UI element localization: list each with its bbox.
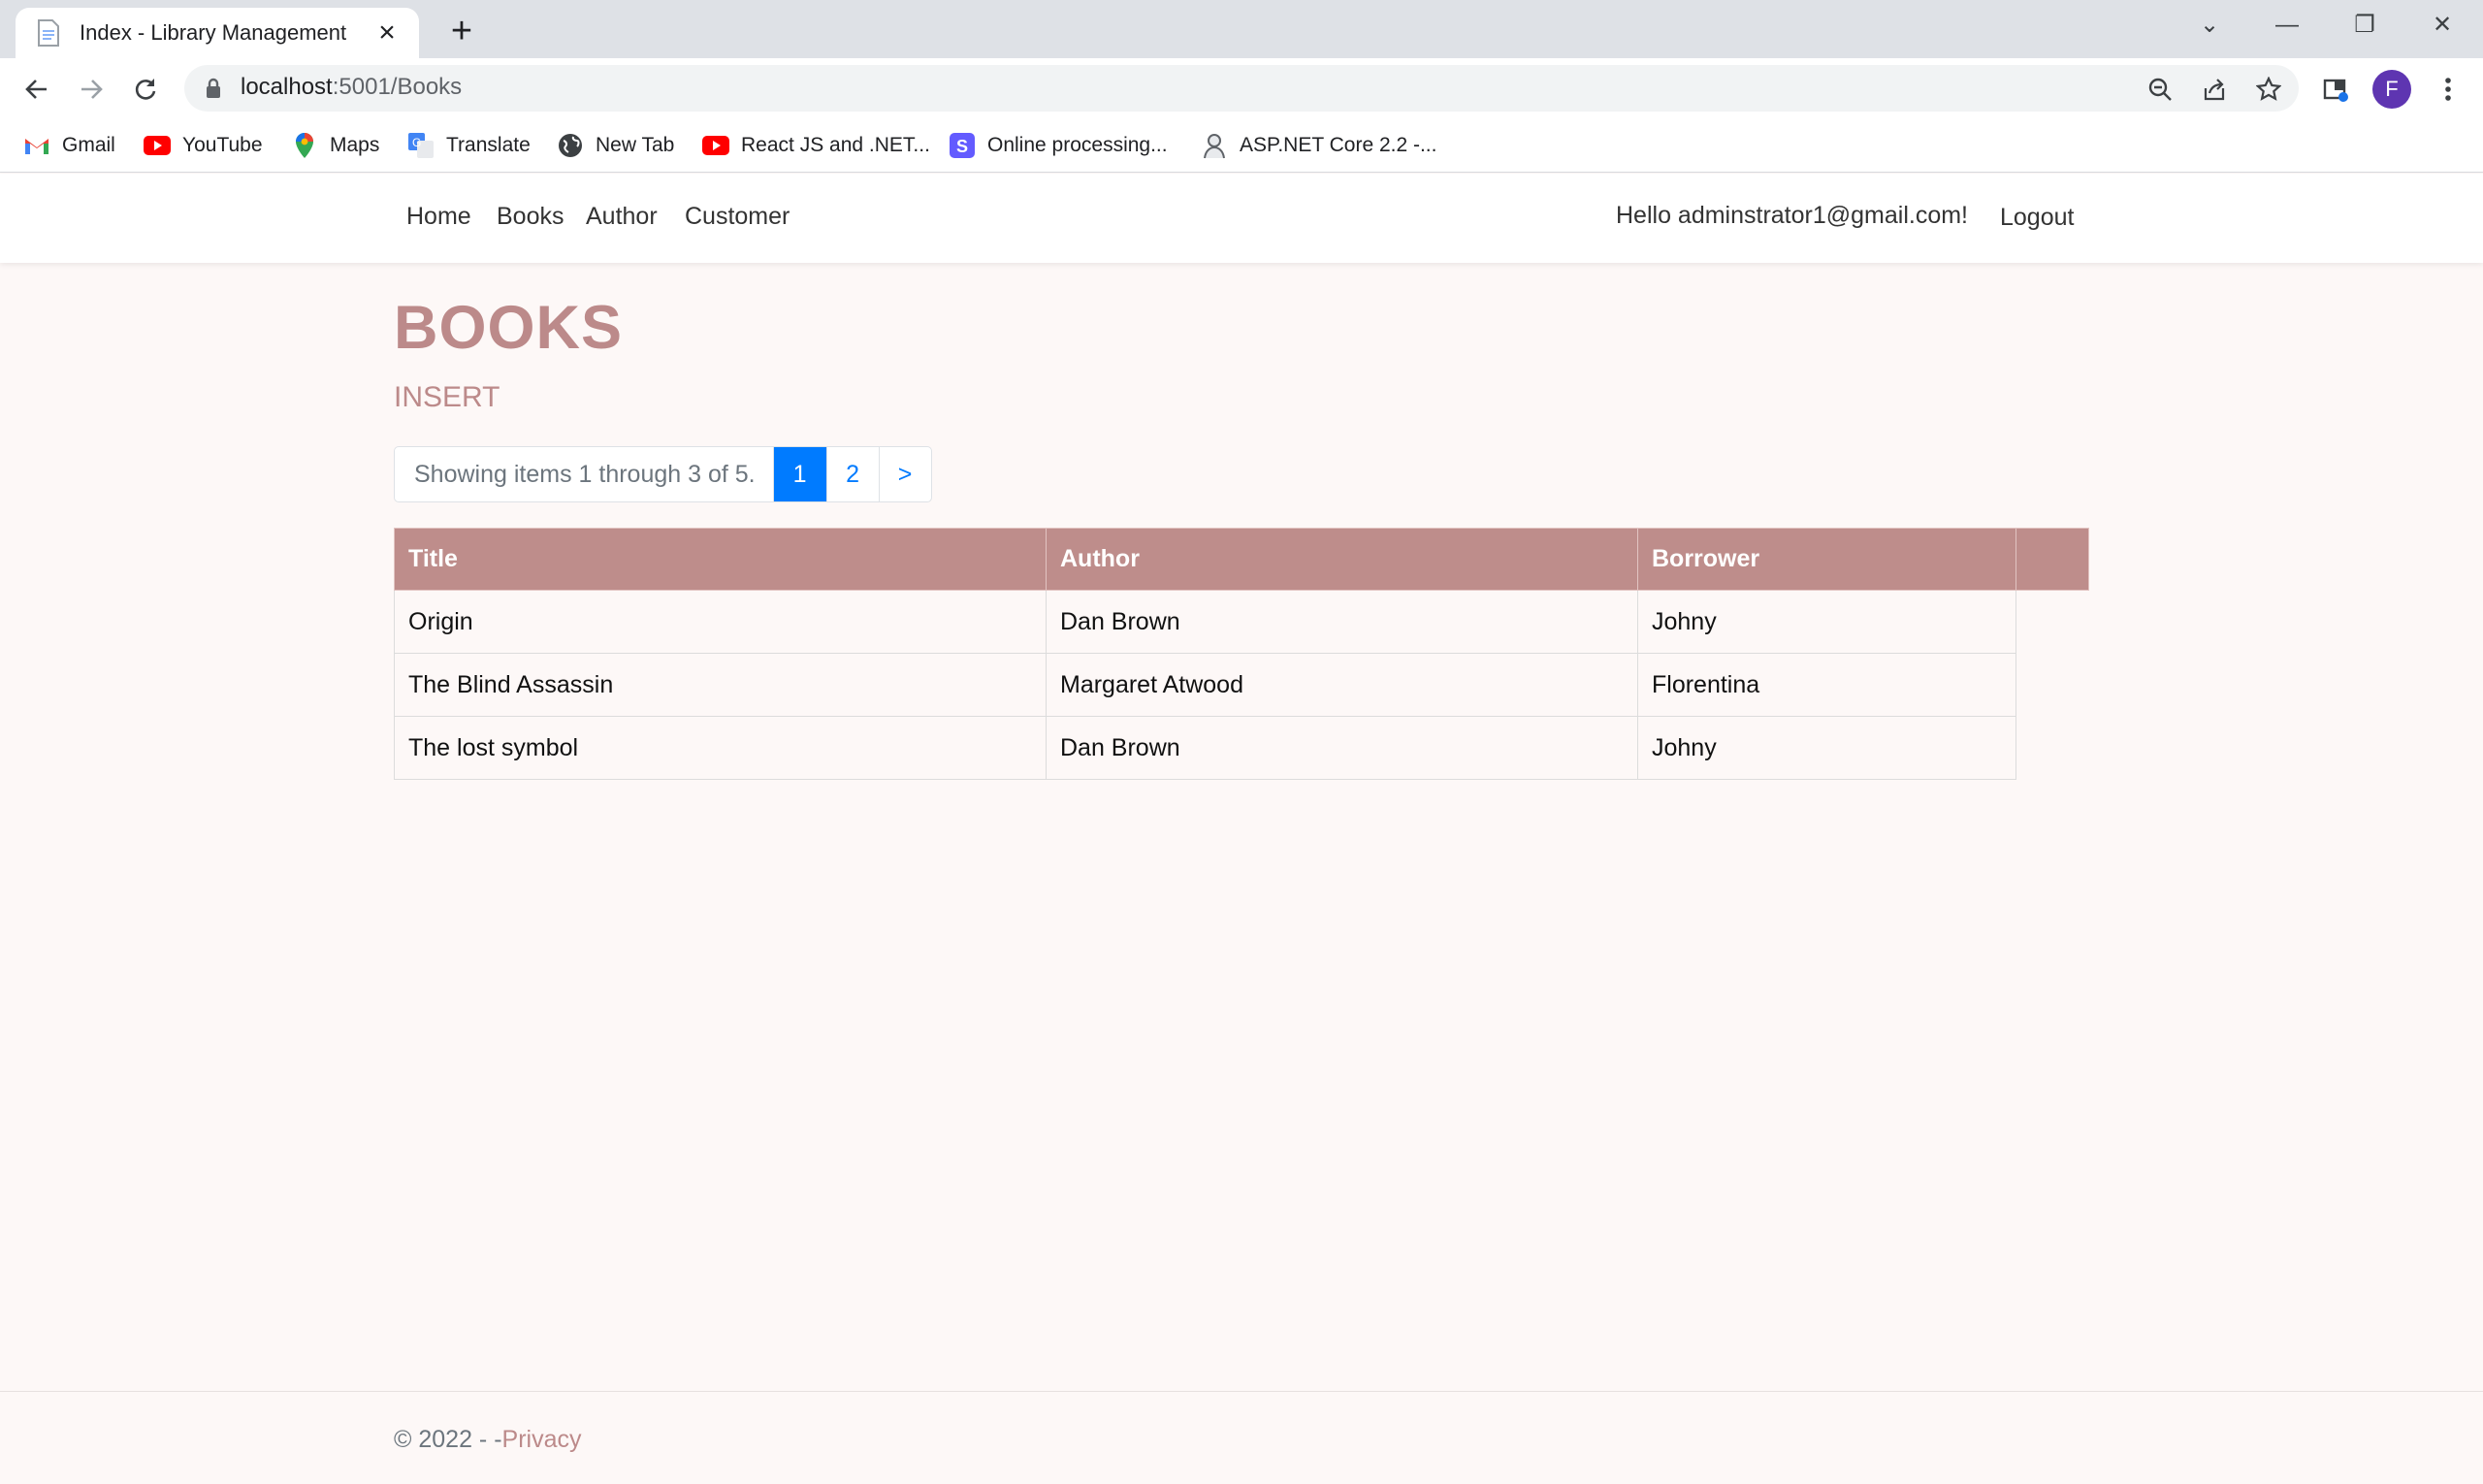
s-icon: S — [949, 132, 976, 159]
cell-borrower: Johny — [1637, 716, 2016, 780]
bookmark-label: ASP.NET Core 2.2 -... — [1240, 134, 1437, 156]
table-row: Origin Dan Brown Johny — [394, 590, 2089, 654]
site-navbar: Home Books Author Customer Hello adminst… — [0, 174, 2483, 263]
bookmark-label: Translate — [446, 134, 531, 156]
cell-author: Margaret Atwood — [1046, 653, 1638, 717]
bookmark-gmail[interactable]: Gmail — [23, 130, 115, 161]
bookmark-youtube[interactable]: YouTube — [144, 130, 263, 161]
cell-title: Origin — [394, 590, 1047, 654]
pagination-summary: Showing items 1 through 3 of 5. — [395, 447, 774, 501]
cell-author: Dan Brown — [1046, 716, 1638, 780]
table-row: The Blind Assassin Margaret Atwood Flore… — [394, 653, 2089, 717]
page-2-button[interactable]: 2 — [825, 447, 879, 501]
bookmark-online-processing[interactable]: S Online processing... — [949, 130, 1168, 161]
svg-text:S: S — [956, 137, 968, 156]
cell-author: Dan Brown — [1046, 590, 1638, 654]
zoom-icon[interactable] — [2145, 75, 2175, 104]
url-path: :5001/Books — [332, 74, 463, 100]
browser-toolbar: localhost:5001/Books F — [0, 58, 2483, 118]
column-header-author[interactable]: Author — [1046, 528, 1638, 591]
svg-text:G: G — [412, 136, 421, 149]
back-icon[interactable] — [16, 68, 58, 111]
bookmark-react-net[interactable]: React JS and .NET... — [702, 130, 930, 161]
page-title: BOOKS — [394, 294, 624, 362]
reload-icon[interactable] — [124, 68, 167, 111]
page-1-button[interactable]: 1 — [773, 447, 826, 501]
cell-actions — [2016, 717, 2089, 780]
close-tab-icon[interactable]: × — [372, 18, 402, 48]
address-bar[interactable]: localhost:5001/Books — [184, 65, 2299, 112]
nav-author-link[interactable]: Author — [586, 203, 658, 231]
cell-actions — [2016, 654, 2089, 717]
browser-tab-strip: Index - Library Management × + ⌄ — ❐ ✕ — [0, 0, 2483, 58]
bookmark-star-icon[interactable] — [2254, 75, 2283, 104]
cell-title: The Blind Assassin — [394, 653, 1047, 717]
page-icon — [35, 19, 62, 47]
menu-kebab-icon[interactable] — [2429, 70, 2467, 109]
browser-tab[interactable]: Index - Library Management × — [16, 8, 419, 58]
url-text: localhost:5001/Books — [241, 74, 462, 101]
gmail-icon — [23, 132, 50, 159]
privacy-link[interactable]: Privacy — [502, 1426, 582, 1453]
bookmark-label: Gmail — [62, 134, 115, 156]
bookmark-translate[interactable]: G Translate — [407, 130, 531, 161]
bookmark-label: Online processing... — [987, 134, 1168, 156]
maps-icon — [291, 132, 318, 159]
share-icon[interactable] — [2200, 75, 2229, 104]
column-header-title[interactable]: Title — [394, 528, 1047, 591]
books-table: Title Author Borrower Origin Dan Brown J… — [394, 528, 2089, 780]
insert-link[interactable]: INSERT — [394, 381, 500, 414]
column-header-borrower[interactable]: Borrower — [1637, 528, 2016, 591]
nav-customer-link[interactable]: Customer — [685, 203, 790, 231]
lock-icon[interactable] — [204, 77, 223, 105]
window-close-icon[interactable]: ✕ — [2413, 6, 2471, 45]
url-host: localhost — [241, 74, 333, 100]
bookmark-aspnet-core[interactable]: ASP.NET Core 2.2 -... — [1201, 130, 1436, 161]
translate-icon: G — [407, 132, 435, 159]
globe-icon — [557, 132, 584, 159]
cell-borrower: Johny — [1637, 590, 2016, 654]
forward-icon[interactable] — [70, 68, 113, 111]
bookmark-new-tab[interactable]: New Tab — [557, 130, 674, 161]
bookmark-label: New Tab — [596, 134, 675, 156]
bookmark-label: YouTube — [182, 134, 263, 156]
tab-search-icon[interactable]: ⌄ — [2180, 6, 2239, 45]
person-icon — [1201, 132, 1228, 159]
nav-books-link[interactable]: Books — [497, 203, 564, 231]
table-header-row: Title Author Borrower — [394, 528, 2089, 591]
bookmark-maps[interactable]: Maps — [291, 130, 379, 161]
new-tab-icon[interactable]: + — [442, 12, 481, 50]
pagination: Showing items 1 through 3 of 5. 1 2 > — [394, 446, 932, 502]
footer: © 2022 - -Privacy — [394, 1426, 582, 1454]
cell-actions — [2016, 591, 2089, 654]
cell-title: The lost symbol — [394, 716, 1047, 780]
table-row: The lost symbol Dan Brown Johny — [394, 716, 2089, 780]
column-header-actions — [2015, 528, 2089, 591]
cell-borrower: Florentina — [1637, 653, 2016, 717]
youtube-icon — [702, 132, 729, 159]
restore-icon[interactable]: ❐ — [2336, 6, 2394, 45]
logout-button[interactable]: Logout — [2000, 204, 2074, 232]
footer-divider — [0, 1391, 2483, 1392]
bookmark-label: Maps — [330, 134, 380, 156]
profile-avatar[interactable]: F — [2372, 70, 2411, 109]
bookmark-label: React JS and .NET... — [741, 134, 930, 156]
extensions-icon[interactable] — [2316, 70, 2355, 109]
footer-copyright: © 2022 - - — [394, 1426, 502, 1453]
tab-title: Index - Library Management — [80, 20, 347, 45]
bookmarks-bar: Gmail YouTube Maps G Translate New Tab R… — [0, 118, 2483, 173]
youtube-icon — [144, 132, 171, 159]
user-greeting-link[interactable]: Hello adminstrator1@gmail.com! — [1616, 202, 1968, 230]
nav-home-link[interactable]: Home — [406, 203, 471, 231]
minimize-icon[interactable]: — — [2258, 6, 2316, 45]
next-page-button[interactable]: > — [878, 447, 931, 501]
